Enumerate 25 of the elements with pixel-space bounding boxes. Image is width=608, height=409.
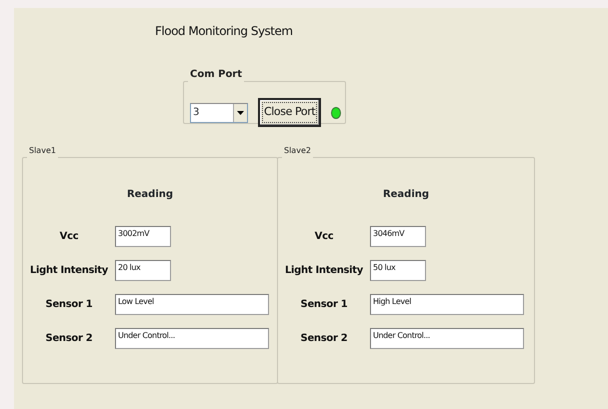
text-field[interactable]: 3046mV	[370, 226, 426, 247]
window-title: Flood Monitoring System	[155, 23, 293, 40]
close-port-button[interactable]: Close Port	[258, 98, 322, 127]
text-field[interactable]: 50 lux	[370, 260, 426, 281]
text-field[interactable]: Under Control...	[370, 328, 524, 349]
text-field[interactable]: Low Level	[115, 294, 269, 315]
field-label: Vcc	[58, 230, 80, 244]
com-port-dropdown[interactable]: 3	[190, 102, 248, 122]
field-label: Sensor 1	[300, 298, 348, 312]
text-field[interactable]: 20 lux	[115, 260, 171, 281]
group-label: Slave2	[283, 147, 312, 155]
field-label: Sensor 2	[300, 332, 348, 346]
section-heading: Reading	[126, 188, 174, 202]
field-label: Vcc	[314, 230, 334, 244]
group-label: Com Port	[189, 70, 244, 80]
field-label: Sensor 2	[44, 332, 94, 346]
section-heading: Reading	[382, 188, 430, 202]
text-field[interactable]: High Level	[370, 294, 524, 315]
field-label: Light Intensity	[28, 264, 110, 278]
caret-icon[interactable]	[233, 104, 247, 122]
text-field[interactable]: 3002mV	[115, 226, 171, 247]
group-label: Slave1	[28, 147, 57, 155]
text-field[interactable]: Under Control...	[115, 328, 269, 349]
field-label: Light Intensity	[284, 264, 364, 278]
field-label: Sensor 1	[44, 298, 94, 312]
